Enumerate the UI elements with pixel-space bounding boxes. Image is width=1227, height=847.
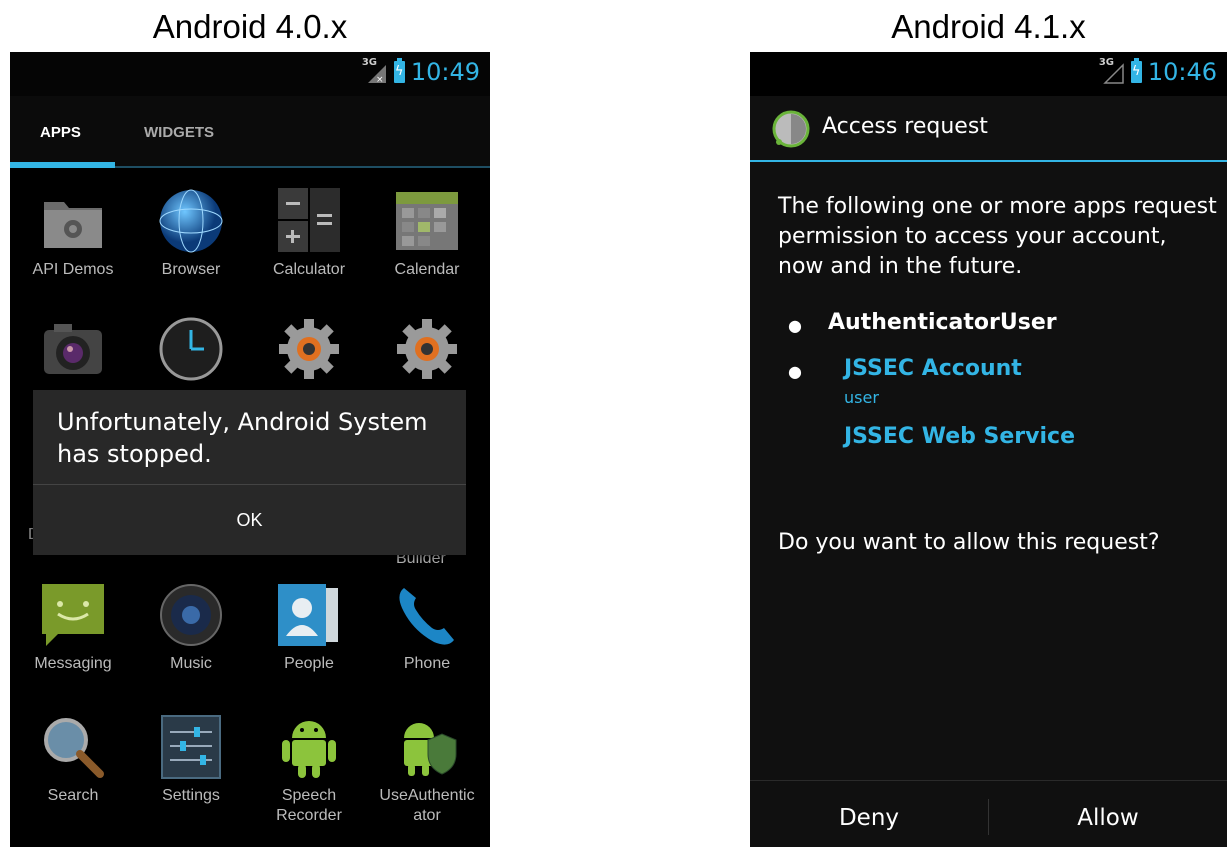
app-label-line: ator [413,807,441,824]
status-bar: 3G × ϟ 10:49 [10,52,490,96]
allow-button[interactable]: Allow [989,781,1227,847]
title-divider [750,160,1227,162]
permission-description: The following one or more apps request p… [778,194,1217,279]
bullet-icon: ● [788,362,802,381]
app-search[interactable]: Search [14,714,132,806]
dialog-title-bar: Access request [750,96,1227,160]
tab-apps[interactable]: APPS [40,124,81,141]
app-label: People [284,655,334,672]
calendar-icon [394,188,460,254]
app-browser[interactable]: Browser [132,188,250,280]
launcher-tabs: APPS WIDGETS [10,96,490,168]
app-label: UseAuthentic ator [368,786,486,826]
contacts-icon [276,582,342,648]
app-label: Speech Recorder [250,786,368,826]
service-name: JSSEC Web Service [844,424,1075,449]
button-bar: Deny Allow [750,780,1227,847]
app-dev-settings[interactable] [368,316,486,382]
app-calculator[interactable]: Calculator [250,188,368,280]
dialog-title: Access request [822,114,988,139]
svg-text:×: × [376,75,384,85]
app-speech-recorder[interactable]: Speech Recorder [250,714,368,826]
app-clock[interactable] [132,316,250,382]
account-app-icon [772,110,810,148]
app-dev-tools[interactable] [250,316,368,382]
app-messaging[interactable]: Messaging [14,582,132,674]
app-calendar[interactable]: Calendar [368,188,486,280]
app-phone[interactable]: Phone [368,582,486,674]
clock: 10:46 [1147,58,1217,86]
tab-widgets[interactable]: WIDGETS [144,124,214,141]
caption-android-4-0: Android 4.0.x [152,8,348,45]
app-label-line: UseAuthentic [379,787,475,804]
app-label: Phone [403,655,451,672]
confirm-question: Do you want to allow this request? [778,530,1160,555]
settings-gear-icon [276,316,342,382]
app-label-line: Speech [281,787,337,804]
tab-indicator [10,162,115,168]
android-shield-icon [394,714,460,780]
app-label: Messaging [34,655,112,672]
crash-message: Unfortunately, Android System has stoppe… [57,408,428,468]
music-speaker-icon [158,582,224,648]
requester-app: AuthenticatorUser [828,310,1057,335]
settings-gear-icon [394,316,460,382]
app-api-demos[interactable]: API Demos [14,188,132,280]
app-label: Calendar [394,261,460,278]
app-people[interactable]: People [250,582,368,674]
android-4-0-screen: 3G × ϟ 10:49 APPS WIDGETS API Demos Brow… [10,52,490,847]
android-robot-icon [276,714,342,780]
android-4-1-screen: 3G ϟ 10:46 Access request The following … [750,52,1227,847]
phone-handset-icon [394,582,460,648]
signal-icon: 3G [1099,57,1125,85]
camera-icon [40,316,106,382]
calculator-icon [276,188,342,254]
deny-button[interactable]: Deny [750,781,988,847]
app-use-authenticator[interactable]: UseAuthentic ator [368,714,486,826]
bullet-icon: ● [788,316,802,335]
globe-icon [158,188,224,254]
search-icon [40,714,106,780]
app-label-line: Recorder [276,807,342,824]
clock-icon [158,316,224,382]
clock: 10:49 [410,58,480,86]
app-label: Music [170,655,212,672]
ok-button[interactable]: OK [33,485,466,555]
account-name: user [844,388,879,407]
settings-sliders-icon [158,714,224,780]
messaging-icon [40,582,106,648]
app-label: API Demos [32,261,114,278]
signal-icon: 3G × [362,57,388,85]
app-settings[interactable]: Settings [132,714,250,806]
app-label: Search [47,787,99,804]
app-label: Calculator [272,261,346,278]
battery-charging-icon: ϟ [393,58,405,83]
app-label: Settings [162,787,220,804]
account-type: JSSEC Account [844,356,1022,381]
caption-android-4-1: Android 4.1.x [891,8,1086,45]
app-label: Browser [161,261,221,278]
app-camera[interactable] [14,316,132,382]
app-music[interactable]: Music [132,582,250,674]
folder-gear-icon [40,188,106,254]
battery-charging-icon: ϟ [1130,58,1142,83]
status-bar: 3G ϟ 10:46 [750,52,1227,96]
crash-dialog: Unfortunately, Android System has stoppe… [33,390,466,555]
